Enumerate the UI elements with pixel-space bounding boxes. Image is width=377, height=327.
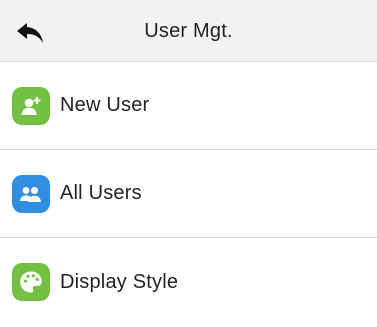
user-management-screen: User Mgt. New User All Users Display Sty… [0,0,377,327]
page-title: User Mgt. [144,20,233,42]
menu-item-label: New User [60,94,150,116]
menu-list: New User All Users Display Style [0,62,377,326]
header-bar: User Mgt. [0,0,377,62]
palette-icon [12,263,50,301]
users-icon [12,174,50,213]
add-user-icon [12,86,50,125]
menu-item-label: Display Style [60,270,179,293]
menu-item-all-users[interactable]: All Users [0,150,377,238]
menu-item-display-style[interactable]: Display Style [0,238,377,326]
menu-item-new-user[interactable]: New User [0,62,377,150]
menu-item-label: All Users [60,182,142,204]
